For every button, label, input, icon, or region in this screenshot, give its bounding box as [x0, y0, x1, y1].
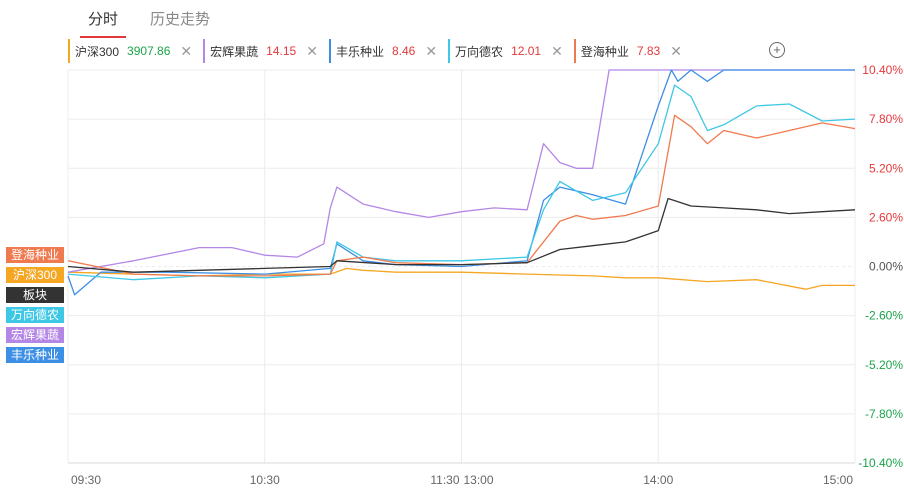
- y-tick-label: 7.80%: [869, 112, 903, 126]
- x-tick-label: 09:30: [71, 473, 101, 487]
- series-legend: 登海种业沪深300 板块万向德农宏辉果蔬丰乐种业: [6, 247, 64, 367]
- legend-item: 登海种业: [6, 247, 64, 263]
- legend-item: 宏辉果蔬: [6, 327, 64, 343]
- legend-item: 丰乐种业: [6, 347, 64, 363]
- x-tick-label: 14:00: [643, 473, 673, 487]
- legend-item: 板块: [6, 287, 64, 303]
- y-tick-label: 2.60%: [869, 210, 903, 224]
- y-tick-label: -2.60%: [865, 309, 903, 323]
- y-tick-label: -5.20%: [865, 358, 903, 372]
- y-tick-label: -7.80%: [865, 407, 903, 421]
- y-tick-label: 0.00%: [869, 260, 903, 274]
- y-tick-label: 5.20%: [869, 161, 903, 175]
- legend-item: 万向德农: [6, 307, 64, 323]
- x-tick-label: 11:30: [430, 473, 459, 487]
- y-tick-label: 10.40%: [862, 63, 903, 77]
- x-tick-label: 15:00: [823, 473, 853, 487]
- legend-item: 沪深300: [6, 267, 64, 283]
- intraday-comparison-chart: 10.40% 7.80% 5.20% 2.60% 0.00% -2.60% -5.20% -7…: [67, 63, 903, 487]
- x-tick-label: 10:30: [250, 473, 280, 487]
- y-tick-label: -10.40%: [858, 456, 903, 470]
- x-tick-label: 13:00: [464, 473, 494, 487]
